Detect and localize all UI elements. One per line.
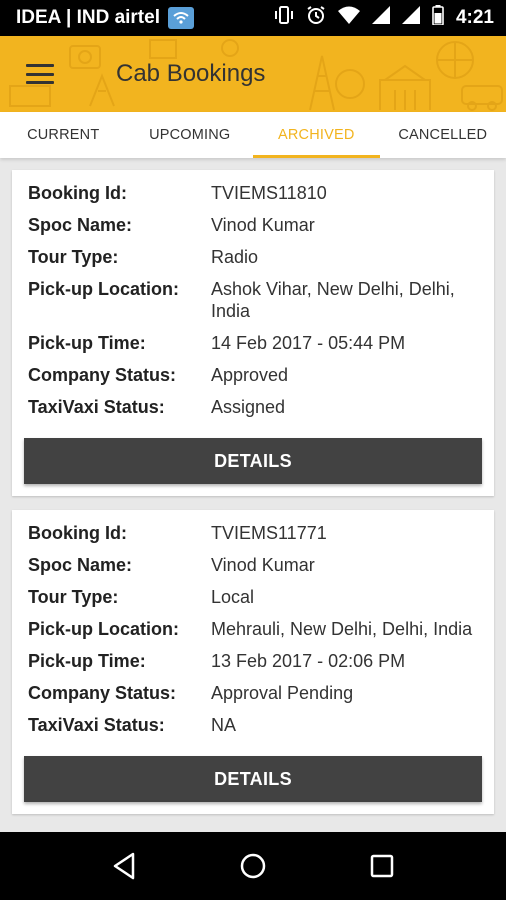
signal-icon xyxy=(401,6,420,30)
booking-id-label: Booking Id: xyxy=(28,523,127,543)
wifi-calling-icon xyxy=(167,7,194,29)
booking-id-value: TVIEMS11771 xyxy=(211,523,327,543)
company-status-value: Approval Pending xyxy=(211,683,354,703)
carrier-info: IDEA | IND airtel xyxy=(16,7,274,29)
taxivaxi-status-label: TaxiVaxi Status: xyxy=(28,397,165,417)
carrier-label: IDEA | IND airtel xyxy=(16,7,160,28)
tour-type-label: Tour Type: xyxy=(28,587,119,607)
system-nav-bar xyxy=(0,832,506,900)
tour-type-value: Radio xyxy=(211,247,259,267)
app-bar: Cab Bookings xyxy=(0,36,506,112)
taxivaxi-status-label: TaxiVaxi Status: xyxy=(28,715,165,735)
pickup-time-row: Pick-up Time: 13 Feb 2017 - 02:06 PM xyxy=(28,650,482,672)
signal-icon xyxy=(371,6,390,30)
tour-type-label: Tour Type: xyxy=(28,247,119,267)
tour-type-row: Tour Type: Radio xyxy=(28,246,482,268)
taxivaxi-status-row: TaxiVaxi Status: Assigned xyxy=(28,396,482,418)
spoc-name-label: Spoc Name: xyxy=(28,215,133,235)
company-status-label: Company Status: xyxy=(28,683,177,703)
pickup-time-row: Pick-up Time: 14 Feb 2017 - 05:44 PM xyxy=(28,332,482,354)
pickup-location-row: Pick-up Location: Mehrauli, New Delhi, D… xyxy=(28,618,482,640)
hamburger-menu-icon[interactable] xyxy=(26,64,54,84)
taxivaxi-status-value: NA xyxy=(211,715,237,735)
taxivaxi-status-row: TaxiVaxi Status: NA xyxy=(28,714,482,736)
details-button[interactable]: DETAILS xyxy=(24,756,482,802)
page-title: Cab Bookings xyxy=(116,60,266,87)
booking-card: Booking Id: TVIEMS11771 Spoc Name: Vinod… xyxy=(12,510,494,814)
home-icon[interactable] xyxy=(233,846,273,886)
clock: 4:21 xyxy=(455,7,494,28)
pickup-location-value: Ashok Vihar, New Delhi, Delhi, India xyxy=(211,279,455,321)
status-icons: 4:21 xyxy=(274,5,494,31)
tab-current[interactable]: CURRENT xyxy=(0,112,127,158)
taxivaxi-status-value: Assigned xyxy=(211,397,286,417)
tab-archived[interactable]: ARCHIVED xyxy=(253,112,380,158)
pickup-time-value: 14 Feb 2017 - 05:44 PM xyxy=(211,333,406,353)
status-bar: IDEA | IND airtel 4:21 xyxy=(0,0,506,36)
spoc-name-row: Spoc Name: Vinod Kumar xyxy=(28,214,482,236)
booking-list[interactable]: Booking Id: TVIEMS11810 Spoc Name: Vinod… xyxy=(0,158,506,832)
pickup-location-label: Pick-up Location: xyxy=(28,279,180,299)
company-status-label: Company Status: xyxy=(28,365,177,385)
spoc-name-label: Spoc Name: xyxy=(28,555,133,575)
spoc-name-value: Vinod Kumar xyxy=(211,555,315,575)
company-status-value: Approved xyxy=(211,365,289,385)
tab-cancelled[interactable]: CANCELLED xyxy=(380,112,506,158)
tour-type-row: Tour Type: Local xyxy=(28,586,482,608)
vibrate-icon xyxy=(274,6,294,30)
pickup-location-value: Mehrauli, New Delhi, Delhi, India xyxy=(211,619,473,639)
tab-upcoming[interactable]: UPCOMING xyxy=(127,112,254,158)
pickup-time-value: 13 Feb 2017 - 02:06 PM xyxy=(211,651,406,671)
booking-id-value: TVIEMS11810 xyxy=(211,183,327,203)
recents-icon[interactable] xyxy=(362,846,402,886)
pickup-location-label: Pick-up Location: xyxy=(28,619,180,639)
booking-id-row: Booking Id: TVIEMS11810 xyxy=(28,182,482,204)
details-button[interactable]: DETAILS xyxy=(24,438,482,484)
wifi-icon xyxy=(337,6,360,30)
pickup-location-row: Pick-up Location: Ashok Vihar, New Delhi… xyxy=(28,278,482,322)
company-status-row: Company Status: Approved xyxy=(28,364,482,386)
pickup-time-label: Pick-up Time: xyxy=(28,333,146,353)
battery-icon xyxy=(432,5,444,31)
booking-id-row: Booking Id: TVIEMS11771 xyxy=(28,522,482,544)
booking-tabs: CURRENT UPCOMING ARCHIVED CANCELLED xyxy=(0,112,506,158)
booking-card: Booking Id: TVIEMS11810 Spoc Name: Vinod… xyxy=(12,170,494,496)
spoc-name-row: Spoc Name: Vinod Kumar xyxy=(28,554,482,576)
spoc-name-value: Vinod Kumar xyxy=(211,215,315,235)
booking-id-label: Booking Id: xyxy=(28,183,127,203)
tour-type-value: Local xyxy=(211,587,255,607)
company-status-row: Company Status: Approval Pending xyxy=(28,682,482,704)
alarm-icon xyxy=(306,5,326,31)
pickup-time-label: Pick-up Time: xyxy=(28,651,146,671)
back-icon[interactable] xyxy=(104,846,144,886)
